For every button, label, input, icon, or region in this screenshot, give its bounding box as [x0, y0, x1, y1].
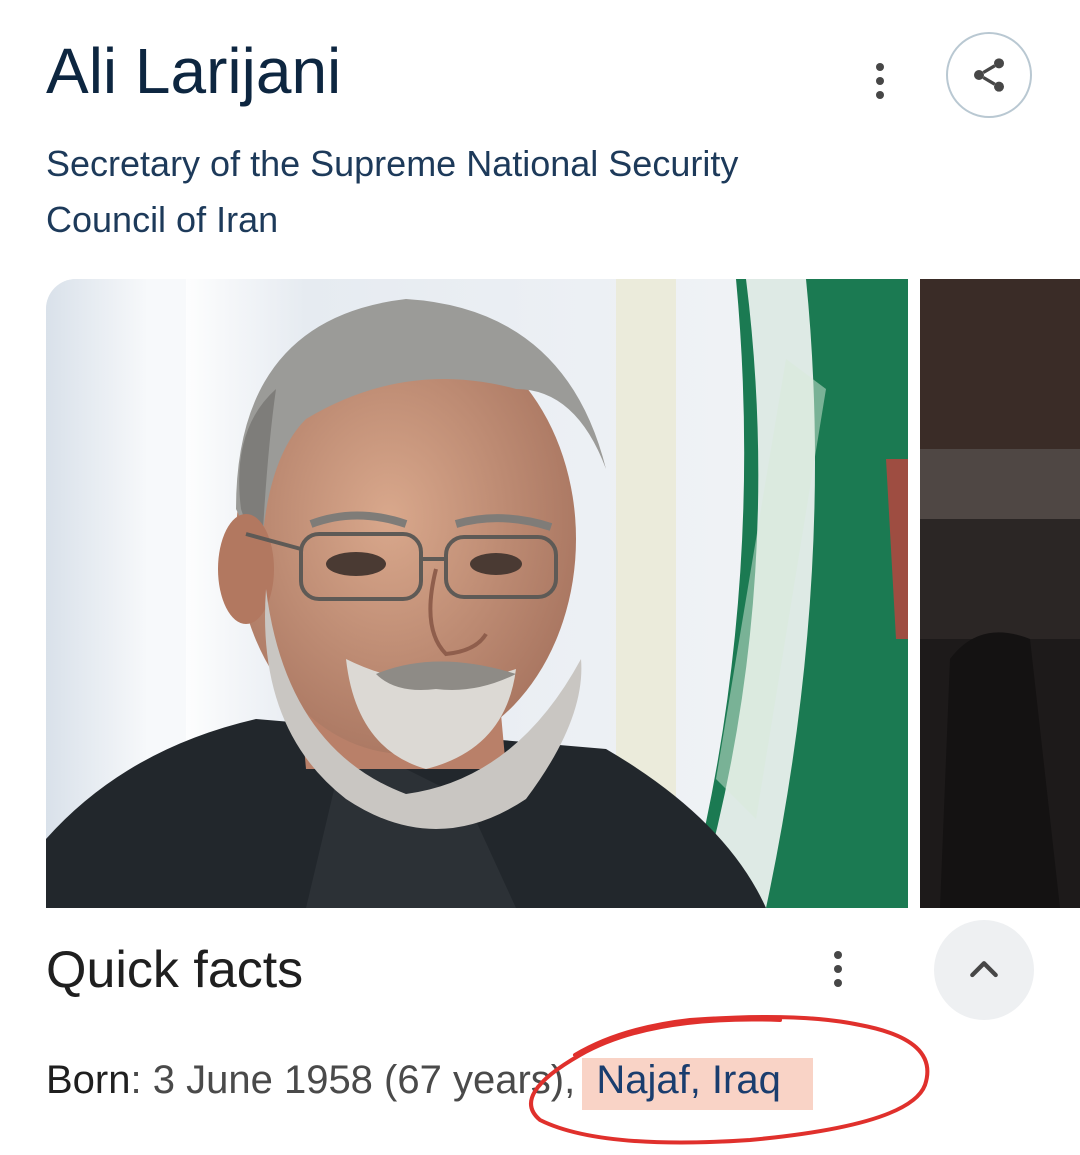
share-icon	[974, 58, 1004, 92]
born-separator: :	[130, 1058, 153, 1102]
born-value: 3 June 1958 (67 years),	[152, 1058, 587, 1102]
entity-subtitle: Secretary of the Supreme National Securi…	[46, 143, 739, 240]
collapse-button[interactable]	[934, 920, 1034, 1020]
more-options-icon[interactable]	[860, 56, 900, 106]
birthplace-link[interactable]: Najaf, Iraq	[582, 1058, 813, 1110]
portrait-image	[46, 279, 908, 908]
chevron-up-icon	[970, 961, 998, 978]
secondary-photo[interactable]	[920, 279, 1080, 908]
quick-facts-more-icon[interactable]	[818, 944, 858, 994]
quick-facts-title: Quick facts	[46, 941, 304, 999]
born-label: Born	[46, 1058, 131, 1102]
born-fact: Born: 3 June 1958 (67 years), Najaf, Ira…	[46, 1058, 813, 1110]
share-button[interactable]	[946, 32, 1032, 118]
image-carousel[interactable]	[46, 279, 1080, 908]
entity-title: Ali Larijani	[46, 35, 342, 107]
main-photo[interactable]	[46, 279, 908, 908]
secondary-image	[920, 279, 1080, 908]
